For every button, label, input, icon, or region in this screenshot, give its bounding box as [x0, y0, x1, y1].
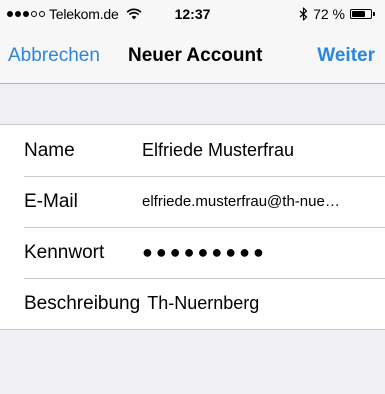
page-title: Neuer Account	[128, 45, 263, 66]
battery-tip	[373, 12, 375, 16]
description-label: Beschreibung	[24, 292, 141, 314]
password-label: Kennwort	[24, 241, 105, 263]
password-row[interactable]: Kennwort ●●●●●●●●●	[0, 227, 385, 278]
cancel-button[interactable]: Abbrechen	[8, 45, 100, 67]
name-field[interactable]: Elfriede Musterfrau	[142, 140, 294, 161]
password-field[interactable]: ●●●●●●●●●	[142, 242, 267, 263]
battery-icon	[350, 9, 375, 19]
battery-fill	[352, 11, 365, 17]
name-row[interactable]: Name Elfriede Musterfrau	[0, 125, 385, 176]
email-row[interactable]: E-Mail elfriede.musterfrau@th-nue…	[0, 176, 385, 227]
battery-body	[350, 9, 372, 19]
description-field[interactable]: Th-Nuernberg	[147, 293, 259, 314]
name-label: Name	[24, 139, 75, 161]
status-bar: Telekom.de 12:37 72 %	[0, 0, 385, 28]
bluetooth-icon	[299, 7, 308, 21]
email-field[interactable]: elfriede.musterfrau@th-nue…	[142, 193, 340, 210]
description-row[interactable]: Beschreibung Th-Nuernberg	[0, 278, 385, 329]
account-form: Name Elfriede Musterfrau E-Mail elfriede…	[0, 124, 385, 330]
next-button[interactable]: Weiter	[317, 45, 375, 67]
battery-percentage: 72 %	[313, 6, 345, 22]
navigation-bar: Abbrechen Neuer Account Weiter	[0, 28, 385, 84]
status-bar-right: 72 %	[299, 6, 375, 22]
email-label: E-Mail	[24, 190, 78, 212]
